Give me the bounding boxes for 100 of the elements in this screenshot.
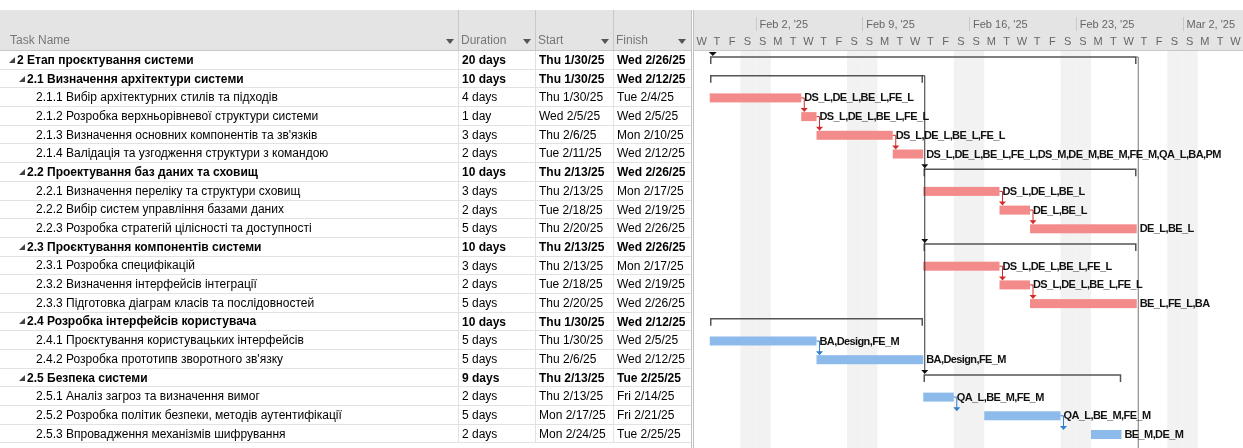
table-cell: Thu 1/30/25: [535, 69, 613, 88]
table-cell: Mon 2/17/25: [613, 256, 690, 275]
day-label: F: [727, 34, 737, 48]
summary-task-name[interactable]: 2.3 Проєктування компонентів системи: [27, 237, 262, 256]
day-label: S: [742, 34, 753, 48]
summary-task-name[interactable]: 2.1 Визначення архітектури системи: [27, 69, 244, 88]
day-label: S: [864, 34, 875, 48]
table-cell: 4 days: [458, 88, 535, 107]
table-cell: Thu 2/13/25: [535, 237, 613, 256]
day-label: S: [849, 34, 859, 48]
day-label: T: [1139, 34, 1149, 48]
resource-label: QA_L,BE_M,FE_M: [1063, 409, 1151, 422]
table-cell: Fri 2/14/25: [613, 387, 690, 406]
table-cell: Wed 2/26/25: [613, 163, 690, 181]
resource-label: DS_L,DE_L,BE_L: [1002, 184, 1085, 197]
table-cell: Mon 2/17/25: [535, 406, 613, 424]
table-cell: Thu 2/20/25: [535, 219, 613, 237]
day-label: S: [1062, 34, 1073, 48]
summary-task-name[interactable]: 2.5 Безпека системи: [27, 368, 148, 387]
week-label: Feb 9, '25: [862, 17, 915, 31]
table-cell: Mon 2/17/25: [613, 181, 690, 200]
task-name[interactable]: 2.1.1 Вибір архітектурних стилів та підходів: [36, 88, 278, 107]
resource-label: BA,Design,FE_M: [926, 353, 1006, 366]
table-cell: Tue 2/18/25: [535, 275, 613, 293]
table-cell: 10 days: [458, 312, 535, 331]
day-label: T: [1002, 34, 1011, 48]
table-cell: Wed 2/12/25: [613, 144, 690, 163]
column-header[interactable]: Finish: [616, 32, 648, 48]
resource-label: BE_M,DE_M: [1124, 428, 1184, 440]
day-label: M: [1092, 34, 1104, 48]
table-cell: Wed 2/5/25: [613, 107, 690, 125]
task-name[interactable]: 2.3.2 Визначення інтерфейсів інтеграції: [36, 275, 257, 293]
collapse-triangle-icon[interactable]: [19, 243, 25, 250]
day-label: W: [1229, 34, 1242, 48]
dropdown-arrow-icon[interactable]: [678, 39, 686, 44]
table-cell: 10 days: [458, 237, 535, 256]
task-name[interactable]: 2.1.3 Визначення основних компонентів та зв'язків: [36, 125, 318, 144]
day-label: S: [956, 34, 966, 48]
day-label: S: [971, 34, 981, 48]
task-name[interactable]: 2.4.2 Розробка прототипв зворотного зв'язку: [36, 350, 283, 368]
collapse-triangle-icon[interactable]: [19, 75, 25, 82]
table-cell: Thu 2/13/25: [535, 368, 613, 387]
task-name[interactable]: 2.3.1 Розробка специфікацій: [36, 256, 195, 275]
table-cell: 3 days: [458, 256, 535, 275]
day-label: W: [802, 34, 815, 48]
table-cell: Wed 2/26/25: [613, 219, 690, 237]
table-cell: Tue 2/11/25: [535, 144, 613, 163]
task-name[interactable]: 2.2.3 Розробка стратегій цілісності та доступності: [36, 219, 312, 237]
table-cell: 2 days: [458, 275, 535, 293]
day-label: S: [1184, 34, 1195, 48]
collapse-triangle-icon[interactable]: [19, 374, 25, 381]
week-label: Feb 16, '25: [969, 17, 1028, 31]
task-name[interactable]: 2.4.1 Проєктування користувацьких інтерфейсів: [36, 331, 304, 349]
table-cell: Tue 2/25/25: [613, 424, 690, 443]
table-cell: Wed 2/26/25: [613, 237, 690, 256]
day-label: F: [941, 34, 950, 48]
table-cell: Thu 1/30/25: [535, 51, 613, 69]
day-label: S: [1169, 34, 1180, 48]
task-name[interactable]: 2.1.2 Розробка верхньорівневої структури системи: [36, 107, 319, 125]
table-cell: Thu 2/6/25: [535, 350, 613, 368]
task-name[interactable]: 2.5.1 Аналіз загроз та визначення вимог: [36, 387, 260, 406]
task-name[interactable]: 2.2.1 Визначення переліку та структури сховищ: [36, 181, 301, 200]
dropdown-arrow-icon[interactable]: [523, 39, 531, 44]
table-cell: Thu 2/13/25: [535, 181, 613, 200]
column-header[interactable]: Duration: [461, 32, 507, 48]
table-cell: Wed 2/19/25: [613, 275, 690, 293]
collapse-triangle-icon[interactable]: [9, 56, 15, 63]
table-cell: Tue 2/18/25: [535, 200, 613, 219]
table-cell: 1 day: [458, 107, 535, 125]
table-cell: Thu 2/13/25: [535, 163, 613, 181]
dropdown-arrow-icon[interactable]: [446, 39, 454, 44]
summary-task-name[interactable]: 2.2 Проектування баз даних та сховищ: [27, 163, 258, 181]
collapse-triangle-icon[interactable]: [19, 168, 25, 175]
week-label: Mar 2, '25: [1182, 17, 1236, 31]
task-name[interactable]: 2.1.4 Валідація та узгодження структури з командою: [36, 144, 329, 163]
day-label: T: [895, 34, 905, 48]
column-header[interactable]: Task Name: [10, 32, 71, 48]
task-name[interactable]: 2.2.2 Вибір систем управління базами даних: [36, 200, 284, 219]
table-cell: Fri 2/21/25: [613, 406, 690, 424]
task-name[interactable]: 2.5.3 Впровадження механізмів шифрування: [36, 424, 286, 443]
day-label: W: [908, 34, 922, 48]
column-header[interactable]: Start: [538, 32, 564, 48]
table-cell: 5 days: [458, 350, 535, 368]
task-name[interactable]: 2.5.2 Розробка політик безпеки, методів аутентифікації: [36, 406, 342, 424]
collapse-triangle-icon[interactable]: [19, 318, 25, 325]
resource-label: DS_L,DE_L,BE_L,FE_L,DS_M,DE_M,BE_M,FE_M,QA_L,BA,PM: [926, 147, 1221, 160]
resource-label: QA_L,BE_M,FE_M: [956, 390, 1044, 403]
day-label: W: [695, 34, 708, 48]
resource-label: DE_L,BE_L: [1033, 203, 1087, 216]
day-label: M: [1199, 34, 1211, 48]
day-label: F: [1154, 34, 1164, 48]
summary-task-name[interactable]: 2 Етап проєктування системи: [17, 51, 194, 69]
day-label: T: [788, 34, 798, 48]
dropdown-arrow-icon[interactable]: [601, 39, 609, 44]
table-cell: 3 days: [458, 181, 535, 200]
summary-task-name[interactable]: 2.4 Розробка інтерфейсів користувача: [27, 312, 257, 331]
table-cell: 10 days: [458, 69, 535, 88]
table-cell: Tue 2/25/25: [613, 368, 690, 387]
table-cell: Wed 2/26/25: [613, 51, 690, 69]
task-name[interactable]: 2.3.3 Підготовка діаграм класів та послідовностей: [36, 293, 315, 312]
